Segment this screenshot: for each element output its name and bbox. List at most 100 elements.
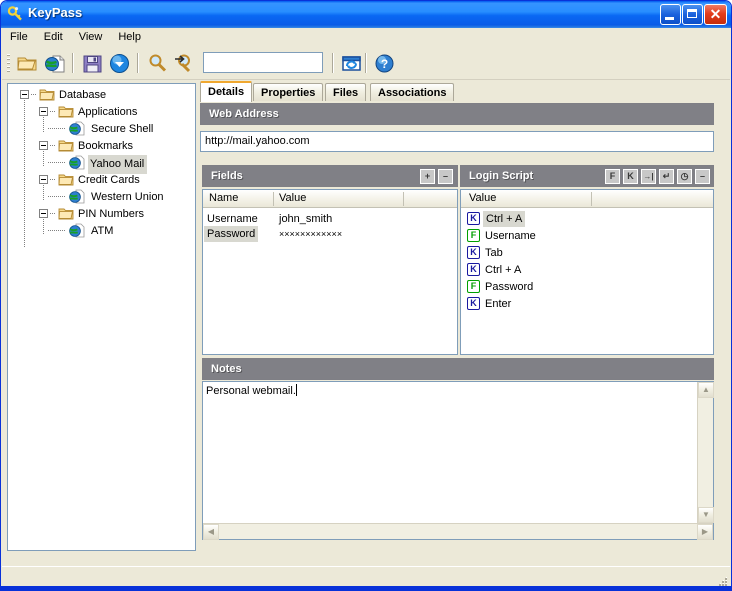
tab-properties[interactable]: Properties [253,83,324,101]
globe-icon [69,155,85,170]
window-buttons: ✕ [659,4,727,25]
login-script-title: Login Script [469,170,534,182]
login-script-list[interactable]: Value K Ctrl + A F Username K Tab K Ctrl… [460,189,714,355]
toolbar-grip[interactable] [7,54,10,73]
globe-icon [69,189,85,204]
new-entry-icon[interactable] [43,52,66,75]
notes-editor[interactable]: Personal webmail. ▲ ▼ ◀ ▶ [202,381,714,540]
notes-header: Notes [202,358,714,380]
tab-associations[interactable]: Associations [370,83,455,101]
tab-files[interactable]: Files [325,83,367,101]
fields-header: Fields + – [202,165,458,187]
keypass-window: KeyPass ✕ File Edit View Help ? Database… [0,0,732,591]
refresh-window-icon[interactable] [340,52,363,75]
field-name-cell: Username [207,213,258,225]
tree-item-label: Database [59,89,107,101]
login-script-column-value: Value [469,192,497,204]
menu-item-view[interactable]: View [71,28,111,45]
web-address-input[interactable]: http://mail.yahoo.com [200,131,714,152]
fields-title: Fields [211,170,243,182]
remove-action-button[interactable]: – [695,169,710,184]
expander-icon[interactable] [39,175,48,184]
help-icon[interactable]: ? [373,52,396,75]
tree-item-label: Credit Cards [78,174,140,186]
search-next-icon[interactable] [172,52,195,75]
key-action-icon: K [467,212,480,225]
open-folder-icon[interactable] [16,52,39,75]
window-title: KeyPass [28,5,83,20]
login-script-value: Tab [485,247,503,259]
login-script-column-header: Value [461,190,713,208]
field-action-icon: F [467,280,480,293]
notes-vertical-scrollbar[interactable]: ▲ ▼ [697,382,714,523]
text-caret [295,384,297,396]
folder-icon [58,208,74,220]
notes-title: Notes [211,363,242,375]
key-action-icon: K [467,246,480,259]
tree-item-label: Bookmarks [78,140,134,152]
expander-icon[interactable] [39,141,48,150]
tab-strip: Details Properties Files Associations [200,81,720,102]
folder-icon [58,106,74,118]
add-field-button[interactable]: + [420,169,435,184]
title-bar: KeyPass ✕ [1,1,731,28]
menu-item-help[interactable]: Help [110,28,149,45]
scroll-right-button[interactable]: ▶ [697,524,713,540]
search-input[interactable] [203,52,323,73]
globe-icon [69,121,85,136]
add-field-action-button[interactable]: F [605,169,620,184]
window-bottom-border [1,586,731,590]
tree-item-label: Secure Shell [91,123,154,135]
save-icon[interactable] [81,52,104,75]
menu-item-edit[interactable]: Edit [36,28,71,45]
fields-column-value: Value [279,192,307,204]
add-delay-action-button[interactable]: ◷ [677,169,692,184]
tab-details[interactable]: Details [200,81,253,102]
add-tab-action-button[interactable]: →| [641,169,656,184]
folder-icon [39,89,55,101]
minimize-button[interactable] [660,4,681,25]
login-script-value: Ctrl + A [485,264,522,276]
folder-icon [58,174,74,186]
navigation-tree[interactable]: Database Applications Secure Shell Bookm… [7,83,196,551]
close-button[interactable]: ✕ [704,4,727,25]
notes-horizontal-scrollbar[interactable]: ◀ ▶ [203,523,713,540]
folder-icon [58,140,74,152]
globe-icon [69,223,85,238]
search-icon[interactable] [146,52,169,75]
notes-text: Personal webmail. [206,384,297,397]
key-action-icon: K [467,297,480,310]
fields-column-header: Name Value [203,190,457,208]
run-icon[interactable] [108,52,131,75]
notes-value: Personal webmail. [206,385,296,397]
scroll-up-button[interactable]: ▲ [698,382,714,398]
login-script-value: Password [485,281,534,293]
field-value-cell: john_smith [279,213,333,225]
scroll-down-button[interactable]: ▼ [698,507,714,523]
login-script-value: Ctrl + A [483,211,526,227]
tree-item-label: Western Union [91,191,164,203]
web-address-title: Web Address [209,108,279,120]
login-script-value: Username [485,230,536,242]
expander-icon[interactable] [20,90,29,99]
key-action-icon: K [467,263,480,276]
add-key-action-button[interactable]: K [623,169,638,184]
field-value-cell: ×××××××××××× [279,229,343,239]
fields-list[interactable]: Name Value Username john_smith Password … [202,189,458,355]
login-script-value: Enter [485,298,512,310]
login-script-header: Login Script F K →| ↵ ◷ – [460,165,714,187]
scroll-left-button[interactable]: ◀ [203,524,219,540]
maximize-button[interactable] [682,4,703,25]
tree-item-label: Applications [78,106,138,118]
field-name-cell: Password [204,226,259,242]
add-enter-action-button[interactable]: ↵ [659,169,674,184]
web-address-header: Web Address [200,103,714,125]
tree-item-label: PIN Numbers [78,208,145,220]
expander-icon[interactable] [39,107,48,116]
svg-text:?: ? [381,57,388,71]
fields-column-name: Name [209,192,239,204]
menu-item-file[interactable]: File [2,28,36,45]
expander-icon[interactable] [39,209,48,218]
remove-field-button[interactable]: – [438,169,453,184]
tree-item-label: ATM [91,225,114,237]
